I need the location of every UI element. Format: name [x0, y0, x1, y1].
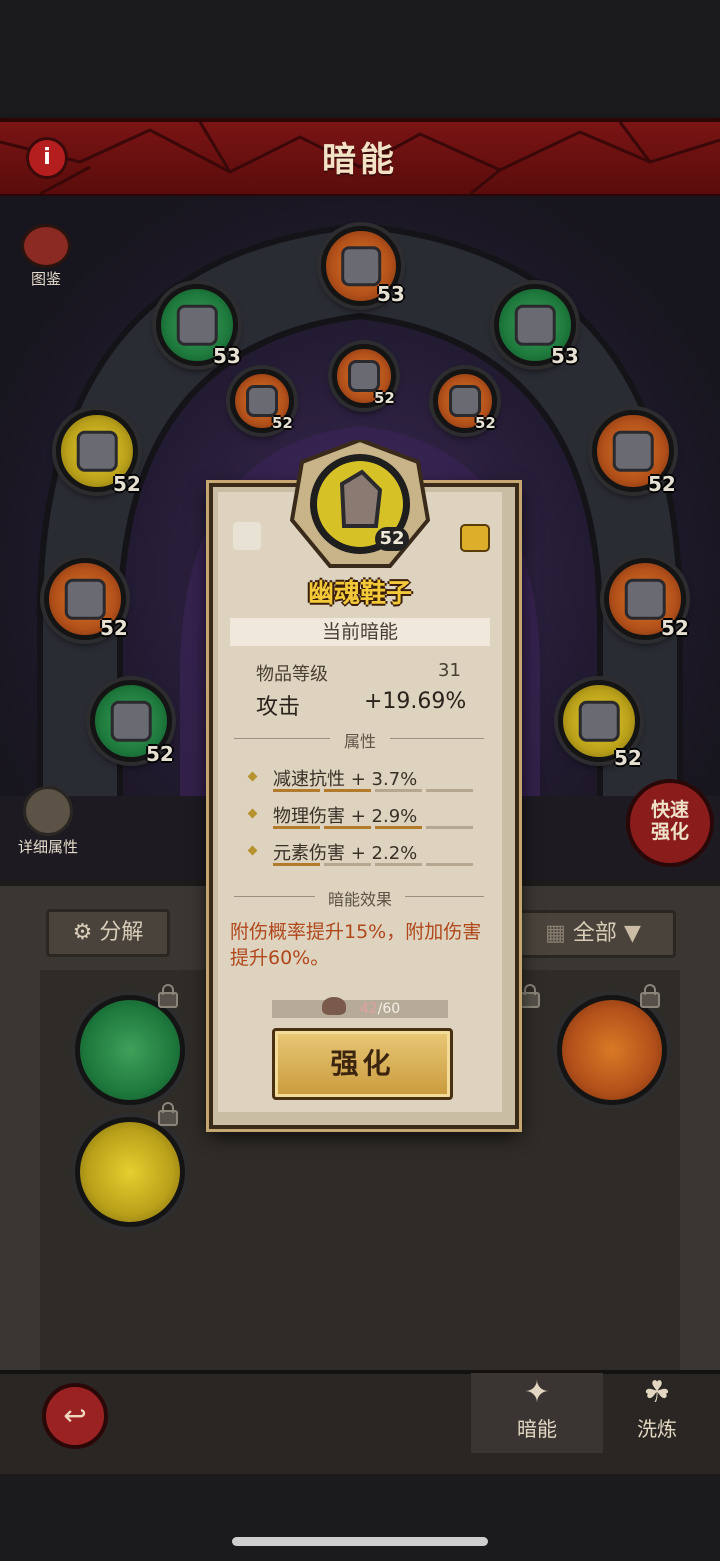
- material-total: /60: [377, 1001, 401, 1017]
- material-count: 42/60: [272, 1000, 448, 1018]
- item-level-label: 物品等级: [256, 664, 328, 685]
- slot-level: 53: [551, 344, 579, 368]
- slot-level: 52: [272, 414, 293, 432]
- hammer-icon: [341, 246, 381, 286]
- detail-attrs-button[interactable]: 详细属性: [10, 786, 86, 857]
- item-level-badge: 52: [375, 527, 409, 551]
- tab-dark-energy[interactable]: ✦ 暗能: [471, 1373, 603, 1453]
- page-title: 暗能: [322, 140, 398, 180]
- boots-type-icon: [233, 522, 261, 550]
- gloves-icon: [246, 385, 278, 417]
- filter-dropdown[interactable]: ▦ 全部 ▼: [510, 910, 676, 958]
- effect-text: 附伤概率提升15%，附加伤害提升60%。: [230, 921, 482, 969]
- current-section-title: 当前暗能: [230, 618, 490, 646]
- cape-icon: [64, 578, 106, 620]
- lock-icon: [640, 984, 660, 1008]
- decompose-label: 分解: [99, 920, 144, 945]
- boots-icon: [578, 700, 620, 742]
- shoulder-icon: [514, 304, 556, 346]
- bar-chart-icon: [23, 786, 73, 836]
- book-icon: [21, 224, 71, 268]
- attack-label: 攻击: [256, 695, 301, 720]
- effect-header: 暗能效果: [315, 886, 405, 910]
- slot-level: 52: [113, 472, 141, 496]
- slot-level: 52: [100, 616, 128, 640]
- slot-level: 52: [614, 746, 642, 770]
- tab-dark-energy-label: 暗能: [517, 1417, 557, 1441]
- codex-button[interactable]: 图鉴: [18, 224, 74, 289]
- helmet-icon: [176, 304, 218, 346]
- tab-refine-label: 洗炼: [637, 1417, 677, 1441]
- slot-level: 52: [661, 616, 689, 640]
- refine-icon: ☘: [643, 1375, 671, 1410]
- pants-icon: [110, 700, 152, 742]
- stat-progress-segment: [273, 863, 320, 866]
- tab-refine[interactable]: ☘ 洗炼: [612, 1373, 702, 1453]
- slot-level: 52: [374, 389, 395, 407]
- inventory-item[interactable]: [75, 1117, 185, 1227]
- stat-progress-segment: [375, 826, 422, 829]
- stat-progress-segment: [324, 789, 371, 792]
- slot-level: 52: [475, 414, 496, 432]
- attack-value: +19.69%: [364, 689, 467, 714]
- amulet-icon: [612, 430, 654, 472]
- stat-progress-segment: [324, 826, 371, 829]
- detail-attrs-label: 详细属性: [17, 838, 78, 856]
- inventory-item[interactable]: [557, 995, 667, 1105]
- grid-icon: ▦: [545, 921, 566, 946]
- slot-level: 53: [377, 282, 405, 306]
- back-arrow-icon: ↩: [63, 1399, 87, 1432]
- upgrade-button[interactable]: 强化: [272, 1028, 453, 1100]
- lock-icon: [520, 984, 540, 1008]
- lock-icon: [158, 984, 178, 1008]
- info-icon[interactable]: i: [26, 137, 68, 179]
- stat-line: 物理伤害 + 2.9%: [273, 806, 418, 827]
- home-indicator[interactable]: [232, 1537, 488, 1546]
- slot-level: 52: [648, 472, 676, 496]
- quick-upgrade-label: 快速强化: [650, 799, 689, 843]
- quick-upgrade-button[interactable]: 快速强化: [626, 779, 714, 867]
- ring-icon: [449, 385, 481, 417]
- slot-level: 53: [213, 344, 241, 368]
- codex-label: 图鉴: [30, 270, 61, 288]
- stat-line: 元素伤害 + 2.2%: [273, 843, 418, 864]
- mask-icon: [348, 360, 380, 392]
- filter-label: 全部: [572, 921, 617, 946]
- stat-progress-segment: [426, 826, 473, 829]
- item-medal: [290, 440, 430, 568]
- armor-icon: [76, 430, 118, 472]
- lock-icon: [158, 1102, 178, 1126]
- stat-progress-segment: [426, 863, 473, 866]
- bracer-icon: [624, 578, 666, 620]
- material-current: 42: [359, 1001, 378, 1017]
- chevron-down-icon: ▼: [623, 921, 641, 946]
- dark-energy-icon: ✦: [524, 1375, 550, 1410]
- back-button[interactable]: ↩: [42, 1383, 108, 1449]
- attributes-header: 属性: [330, 728, 390, 752]
- slot-level: 52: [146, 742, 174, 766]
- item-name: 幽魂鞋子: [307, 579, 412, 609]
- unlock-icon[interactable]: [460, 524, 490, 552]
- inventory-item[interactable]: [75, 995, 185, 1105]
- stat-progress-segment: [273, 789, 320, 792]
- decompose-icon: ⚙: [72, 920, 93, 945]
- stat-progress-segment: [324, 863, 371, 866]
- stat-progress-segment: [273, 826, 320, 829]
- stat-line: 减速抗性 + 3.7%: [273, 769, 418, 790]
- stat-progress-segment: [426, 789, 473, 792]
- stat-progress-segment: [375, 789, 422, 792]
- decompose-button[interactable]: ⚙ 分解: [46, 909, 170, 957]
- item-level-value: 31: [438, 660, 461, 681]
- stat-progress-segment: [375, 863, 422, 866]
